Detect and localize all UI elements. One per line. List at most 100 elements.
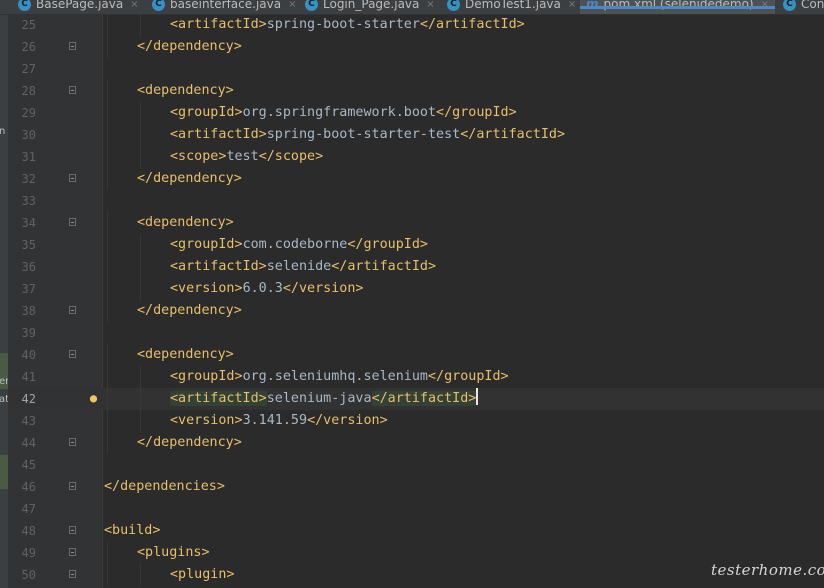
code-line[interactable]: 41 <groupId>org.seleniumhq.selenium</grou… [8,366,824,388]
code-line[interactable]: 31 <scope>test</scope> [8,146,824,168]
indent-guide [107,366,108,388]
code-content: </dependency> [137,432,242,454]
line-number: 46 [21,480,36,494]
xml-tag: </artifactId> [419,17,525,32]
code-line[interactable]: 34 <dependency> [8,212,824,234]
intention-bulb-icon[interactable]: ● [88,392,99,405]
java-class-icon: C [783,0,796,11]
tab-close-icon[interactable]: × [130,0,138,10]
fold-marker-icon[interactable] [69,174,76,182]
indent-guide [107,542,108,564]
fold-marker-icon[interactable] [69,218,76,226]
code-line[interactable]: 42 ● <artifactId>selenium-java</artifactId… [8,388,824,410]
line-number: 30 [21,128,36,142]
code-line[interactable]: 30 <artifactId>spring-boot-starter-test</… [8,124,824,146]
code-line[interactable]: 38 </dependency> [8,300,824,322]
code-content: <groupId>com.codeborne</groupId> [170,234,428,256]
xml-tag: </dependency> [137,171,242,186]
code-line[interactable]: 26 </dependency> [8,36,824,58]
code-editor[interactable]: 25 <artifactId>spring-boot-starter</artif… [8,14,824,588]
indent-guide [107,80,108,102]
xml-text: 6.0.3 [242,281,283,296]
indent-guide [140,234,141,256]
code-line[interactable]: 40 <dependency> [8,344,824,366]
tab-close-icon[interactable]: × [426,0,434,10]
fold-marker-icon[interactable] [69,438,76,446]
code-content: <groupId>org.springframework.boot</group… [170,102,517,124]
tab-label: baseinterface.java [170,0,282,11]
fold-marker-icon[interactable] [69,548,76,556]
code-line[interactable]: 43 <version>3.141.59</version> [8,410,824,432]
tab-2[interactable]: C Login_Page.java × [305,0,435,14]
line-number: 32 [21,172,36,186]
xml-tag: </dependency> [137,39,242,54]
code-line[interactable]: 33 [8,190,824,212]
fold-marker-icon[interactable] [69,526,76,534]
xml-tag: <dependency> [137,83,234,98]
line-number: 34 [21,216,36,230]
tab-close-icon[interactable]: × [288,0,296,10]
code-line[interactable]: 37 <version>6.0.3</version> [8,278,824,300]
code-line[interactable]: 28 <dependency> [8,80,824,102]
tab-1[interactable]: Cbaseinterface.java × [152,0,296,14]
fold-marker-icon[interactable] [69,482,76,490]
fold-marker-icon[interactable] [69,86,76,94]
line-number: 42 [21,392,36,406]
xml-tag: </groupId> [436,105,517,120]
xml-tag: <artifactId> [170,259,267,274]
code-line[interactable]: 45 [8,454,824,476]
code-content: <build> [104,520,160,542]
line-number: 39 [21,326,36,340]
code-line[interactable]: 27 [8,58,824,80]
code-line[interactable]: 25 <artifactId>spring-boot-starter</artif… [8,14,824,36]
xml-tag: </groupId> [428,369,509,384]
fold-marker-icon[interactable] [69,42,76,50]
line-number: 43 [21,414,36,428]
xml-tag: </groupId> [347,237,428,252]
code-line[interactable]: 44 </dependency> [8,432,824,454]
fold-marker-icon[interactable] [69,306,76,314]
line-number: 26 [21,40,36,54]
tab-5[interactable]: C Con [783,0,824,14]
tab-0[interactable]: C BasePage.java × [18,0,139,14]
code-line[interactable]: 36 <artifactId>selenide</artifactId> [8,256,824,278]
xml-text: com.codeborne [242,237,348,252]
watermark: testerhome.com [711,561,824,579]
xml-tag: <plugins> [137,545,210,560]
indent-guide [107,168,108,190]
fold-marker-icon[interactable] [69,570,76,578]
xml-tag: <artifactId> [170,391,267,406]
code-line[interactable]: 47 [8,498,824,520]
code-line[interactable]: 29 <groupId>org.springframework.boot</gro… [8,102,824,124]
java-class-icon: C [152,0,165,11]
indent-guide [107,36,108,58]
line-number: 44 [21,436,36,450]
line-number: 36 [21,260,36,274]
code-content: <scope>test</scope> [170,146,323,168]
xml-tag: </version> [307,413,388,428]
xml-tag: </scope> [258,149,324,164]
tab-label: Login_Page.java [323,0,420,11]
xml-text: selenide [266,259,332,274]
indent-guide [107,256,108,278]
tab-3[interactable]: C DemoTest1.java × [447,0,576,14]
code-content: <plugin> [170,564,235,586]
code-line[interactable]: 48 <build> [8,520,824,542]
code-line[interactable]: 35 <groupId>com.codeborne</groupId> [8,234,824,256]
code-content: <artifactId>spring-boot-starter-test</ar… [170,124,565,146]
code-line[interactable]: 39 [8,322,824,344]
line-number: 25 [21,18,36,32]
tab-4[interactable]: m pom.xml (selenidedemo) × [580,0,775,14]
code-content: <artifactId>spring-boot-starter</artifac… [170,14,525,36]
code-line[interactable]: 50 <plugin> [8,564,824,586]
indent-guide [140,102,141,124]
tab-close-icon[interactable]: × [761,0,769,10]
fold-marker-icon[interactable] [69,350,76,358]
tab-close-icon[interactable]: × [568,0,576,10]
code-line[interactable]: 49 <plugins> [8,542,824,564]
code-content: </dependencies> [104,476,225,498]
code-line[interactable]: 46 </dependencies> [8,476,824,498]
code-line[interactable]: 32 </dependency> [8,168,824,190]
xml-tag: <plugin> [170,567,235,582]
tool-window-strip[interactable]: n er at [0,15,9,588]
